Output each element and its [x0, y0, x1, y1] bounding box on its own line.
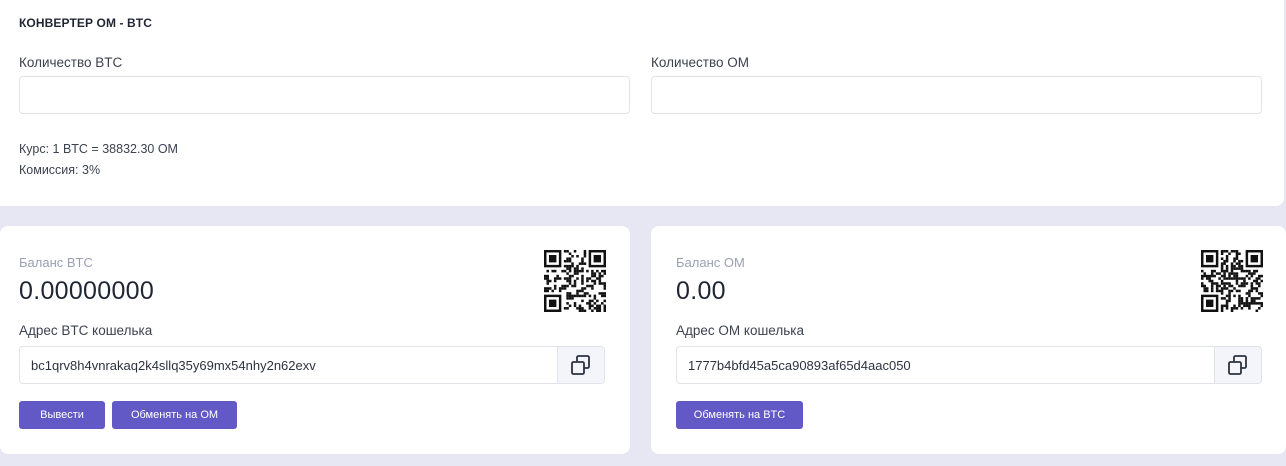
- om-address-field: 1777b4bfd45a5ca90893af65d4aac050: [676, 346, 1262, 384]
- withdraw-button[interactable]: Вывести: [19, 401, 105, 429]
- btc-balance-label: Баланс BTC: [19, 255, 93, 270]
- om-amount-input[interactable]: [651, 76, 1262, 114]
- copy-icon: [571, 355, 590, 375]
- btc-address-label: Адрес BTC кошелька: [19, 323, 153, 338]
- btc-wallet-card: Баланс BTC 0.00000000 Адрес BTC кошелька…: [0, 226, 630, 454]
- copy-btc-address-button[interactable]: [557, 347, 604, 383]
- om-wallet-card: Баланс ОМ 0.00 Адрес ОМ кошелька 1777b4b…: [651, 226, 1286, 454]
- copy-om-address-button[interactable]: [1214, 347, 1261, 383]
- btc-balance-value: 0.00000000: [19, 277, 155, 305]
- exchange-to-btc-button[interactable]: Обменять на BTC: [676, 401, 803, 429]
- commission-text: Комиссия: 3%: [19, 163, 101, 177]
- exchange-rate-text: Курс: 1 BTC = 38832.30 OM: [19, 142, 178, 156]
- converter-panel: КОНВЕРТЕР ОМ - BTC Количество BTC Количе…: [0, 0, 1284, 206]
- qr-code-icon[interactable]: [1201, 250, 1263, 312]
- om-balance-label: Баланс ОМ: [676, 255, 745, 270]
- converter-title: КОНВЕРТЕР ОМ - BTC: [19, 16, 152, 30]
- btc-amount-label: Количество BTC: [19, 55, 123, 70]
- btc-address-text[interactable]: bc1qrv8h4vnrakaq2k4sllq35y69mx54nhy2n62e…: [20, 347, 557, 383]
- copy-icon: [1228, 355, 1247, 375]
- btc-amount-input[interactable]: [19, 76, 630, 114]
- om-address-label: Адрес ОМ кошелька: [676, 323, 804, 338]
- btc-address-field: bc1qrv8h4vnrakaq2k4sllq35y69mx54nhy2n62e…: [19, 346, 605, 384]
- om-amount-label: Количество ОМ: [651, 55, 749, 70]
- qr-code-icon[interactable]: [544, 250, 606, 312]
- om-balance-value: 0.00: [676, 277, 726, 305]
- exchange-to-om-button[interactable]: Обменять на OM: [112, 401, 237, 429]
- om-address-text[interactable]: 1777b4bfd45a5ca90893af65d4aac050: [677, 347, 1214, 383]
